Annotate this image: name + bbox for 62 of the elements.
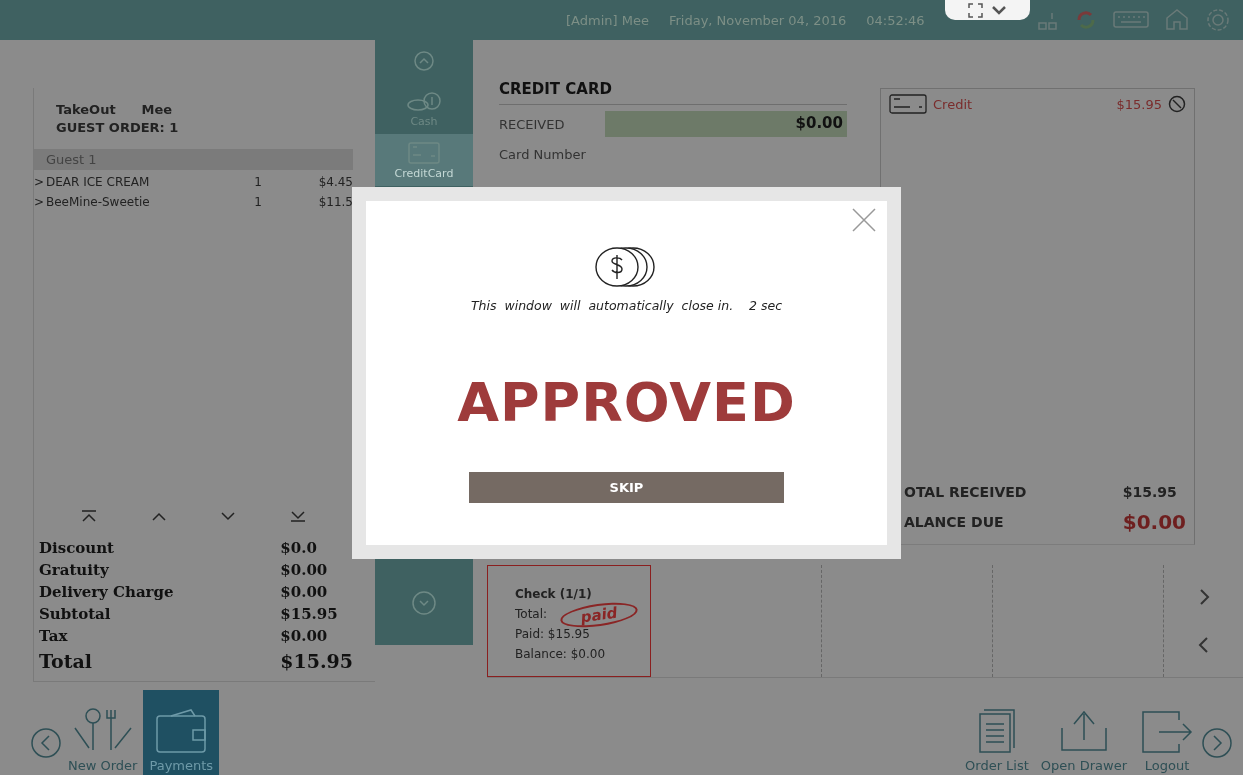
scroll-bottom-icon[interactable]: [289, 509, 308, 523]
payment-method: Credit: [933, 96, 973, 112]
expand-icon[interactable]: [968, 2, 983, 18]
close-button[interactable]: [851, 207, 877, 233]
item-price: $11.5: [317, 194, 353, 211]
check-card[interactable]: Check (1/1) Total: Paid: $15.95 Balance: $0.00 paid: [487, 565, 651, 677]
summary-value: $0.00: [280, 560, 329, 581]
forward-circle-icon[interactable]: [1201, 726, 1233, 759]
user-name: [Admin] Mee: [566, 12, 649, 28]
card-number-label: Card Number: [499, 147, 587, 162]
date-text: Friday, November 04, 2016: [668, 12, 847, 28]
time-text: 04:52:46: [866, 12, 925, 28]
check-balance: Balance: $0.00: [515, 646, 606, 663]
chevron-left-icon[interactable]: [1197, 636, 1210, 654]
total-received-value: $15.95: [1122, 484, 1178, 500]
chevron-down-icon[interactable]: [219, 509, 238, 523]
void-payment-icon[interactable]: [1168, 95, 1186, 113]
item-quantity: 1: [253, 174, 263, 191]
order-type: TakeOut: [56, 102, 116, 117]
scroll-top-icon[interactable]: [79, 509, 98, 523]
toolbar-button[interactable]: Open Drawer: [1034, 690, 1133, 775]
chevron-right-icon[interactable]: [1197, 588, 1210, 606]
summary-label: Subtotal: [39, 604, 112, 625]
payment-amount: $15.95: [1116, 96, 1162, 112]
summary-value: $0.0: [280, 538, 318, 559]
approval-status: APPROVED: [457, 371, 796, 434]
balance-due-label: ALANCE DUE: [904, 514, 1005, 530]
credit-card-icon: [889, 93, 927, 115]
item-quantity: 1: [253, 194, 263, 211]
total-received-label: OTAL RECEIVED: [904, 484, 1028, 500]
summary-label: Total: [39, 649, 93, 674]
guest-order-number: GUEST ORDER: 1: [56, 120, 180, 135]
summary-value: $15.95: [280, 604, 339, 625]
expand-marker[interactable]: >: [34, 192, 46, 212]
skip-button[interactable]: SKIP: [469, 472, 784, 503]
chevron-down-icon[interactable]: [991, 4, 1007, 16]
close-icon: [851, 207, 877, 233]
auto-close-message: This window will automatically close in. 2 sec: [470, 298, 783, 313]
summary-label: Tax: [39, 626, 69, 647]
item-name: DEAR ICE CREAM: [46, 174, 151, 191]
received-field[interactable]: $0.00: [604, 111, 847, 137]
summary-value: $15.95: [280, 649, 353, 674]
received-label: RECEIVED: [499, 116, 565, 132]
balance-due-value: $0.00: [1122, 510, 1186, 534]
toolbar-button[interactable]: Order List: [959, 690, 1035, 775]
item-name: BeeMine-Sweetie: [46, 194, 151, 211]
toolbar-button[interactable]: Payments: [143, 690, 220, 775]
server-name: Mee: [141, 102, 173, 117]
summary-label: Gratuity: [39, 560, 110, 581]
summary-label: Delivery Charge: [39, 582, 175, 603]
toolbar-button[interactable]: Logout: [1133, 690, 1201, 775]
summary-value: $0.00: [280, 582, 329, 603]
item-price: $4.45: [317, 174, 353, 191]
expand-marker[interactable]: >: [34, 172, 46, 192]
summary-label: Discount: [39, 538, 116, 559]
payment-method-tab[interactable]: CreditCard: [375, 134, 473, 186]
panel-title: CREDIT CARD: [499, 80, 847, 105]
summary-value: $0.00: [280, 626, 329, 647]
back-circle-icon[interactable]: [30, 726, 62, 759]
window-pull-tab[interactable]: [945, 0, 1030, 20]
toolbar-button[interactable]: New Order: [62, 690, 144, 775]
check-total-label: Total:: [515, 606, 548, 623]
